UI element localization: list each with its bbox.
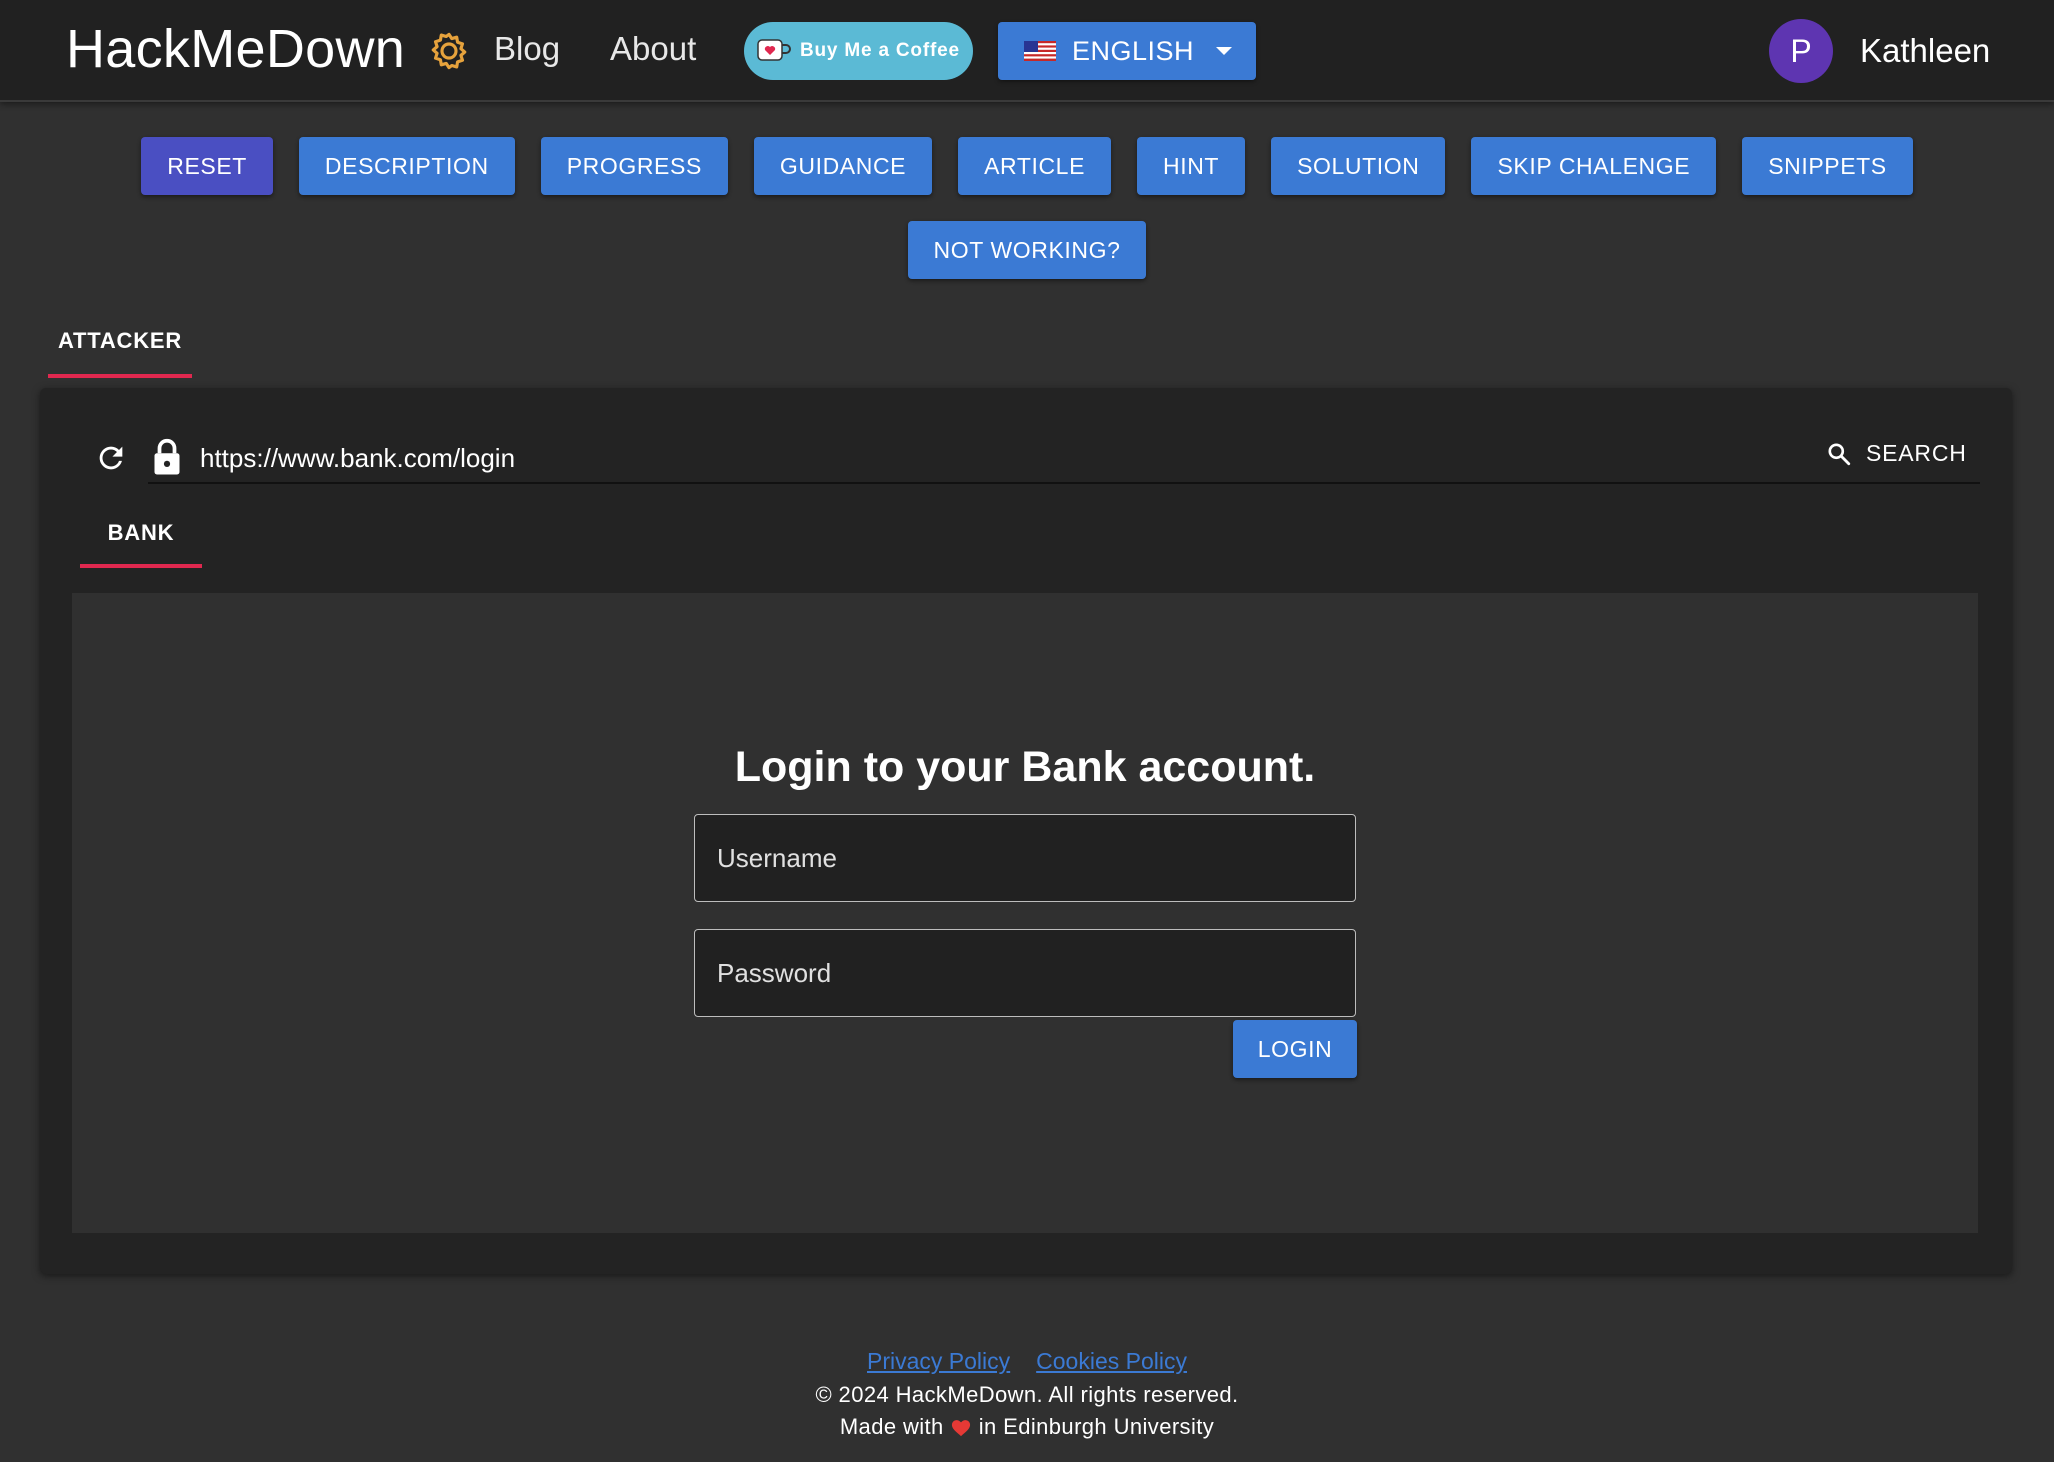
- avatar[interactable]: P: [1769, 19, 1833, 83]
- top-app-bar: HackMeDown Blog About Buy Me a Coffee EN…: [0, 0, 2054, 102]
- tab-bank-label: BANK: [107, 520, 175, 545]
- made-with-text: Made with in Edinburgh University: [0, 1414, 2054, 1440]
- article-button[interactable]: ARTICLE: [958, 137, 1112, 195]
- buy-me-a-coffee-button[interactable]: Buy Me a Coffee: [744, 22, 973, 80]
- search-icon: [1828, 442, 1851, 465]
- nav-about-link[interactable]: About: [610, 30, 696, 68]
- copyright-text: © 2024 HackMeDown. All rights reserved.: [815, 1382, 1239, 1407]
- made-with-suffix: in Edinburgh University: [978, 1414, 1215, 1439]
- search-button[interactable]: SEARCH: [1826, 440, 1967, 467]
- username-field[interactable]: [694, 814, 1356, 902]
- skip-challenge-button[interactable]: SKIP CHALENGE: [1471, 137, 1717, 195]
- gear-icon[interactable]: [428, 30, 470, 72]
- nav-blog-link[interactable]: Blog: [494, 30, 560, 68]
- solution-button[interactable]: SOLUTION: [1271, 137, 1446, 195]
- coffee-cup-icon: [757, 39, 791, 61]
- privacy-policy-link[interactable]: Privacy Policy: [867, 1348, 1010, 1375]
- bank-page-viewport: Login to your Bank account. LOGIN: [72, 593, 1978, 1233]
- password-field[interactable]: [694, 929, 1356, 1017]
- coffee-label: Buy Me a Coffee: [800, 40, 960, 61]
- description-button[interactable]: DESCRIPTION: [298, 137, 515, 195]
- caret-down-icon: [1216, 47, 1233, 55]
- reload-icon[interactable]: [94, 441, 128, 475]
- url-input[interactable]: [200, 443, 1200, 474]
- heart-icon: [952, 1420, 971, 1437]
- snippets-button[interactable]: SNIPPETS: [1742, 137, 1913, 195]
- tab-bank[interactable]: BANK: [80, 514, 202, 568]
- reset-button[interactable]: RESET: [141, 137, 273, 195]
- made-with-prefix: Made with: [839, 1414, 944, 1439]
- footer-links: Privacy Policy Cookies Policy: [0, 1348, 2054, 1375]
- tab-attacker-label: ATTACKER: [57, 328, 183, 353]
- guidance-button[interactable]: GUIDANCE: [753, 137, 933, 195]
- login-heading: Login to your Bank account.: [734, 743, 1316, 791]
- user-name[interactable]: Kathleen: [1860, 32, 1990, 70]
- tab-active-indicator: [48, 374, 192, 378]
- hint-button[interactable]: HINT: [1137, 137, 1246, 195]
- brand-logo[interactable]: HackMeDown: [66, 18, 405, 80]
- language-select[interactable]: ENGLISH: [998, 22, 1256, 80]
- search-label: SEARCH: [1866, 440, 1967, 466]
- tab-active-indicator: [80, 564, 202, 568]
- lock-icon: [154, 438, 180, 475]
- us-flag-icon: [1024, 41, 1056, 61]
- language-label: ENGLISH: [1072, 35, 1195, 66]
- cookies-policy-link[interactable]: Cookies Policy: [1036, 1348, 1187, 1375]
- attacker-browser-panel: SEARCH BANK Login to your Bank account. …: [40, 388, 2012, 1274]
- login-button[interactable]: LOGIN: [1233, 1020, 1357, 1078]
- not-working-button[interactable]: NOT WORKING?: [907, 221, 1147, 279]
- challenge-action-bar: RESET DESCRIPTION PROGRESS GUIDANCE ARTI…: [0, 137, 2054, 195]
- tab-attacker[interactable]: ATTACKER: [48, 318, 192, 378]
- challenge-action-bar-secondary: NOT WORKING?: [0, 221, 2054, 279]
- progress-button[interactable]: PROGRESS: [540, 137, 728, 195]
